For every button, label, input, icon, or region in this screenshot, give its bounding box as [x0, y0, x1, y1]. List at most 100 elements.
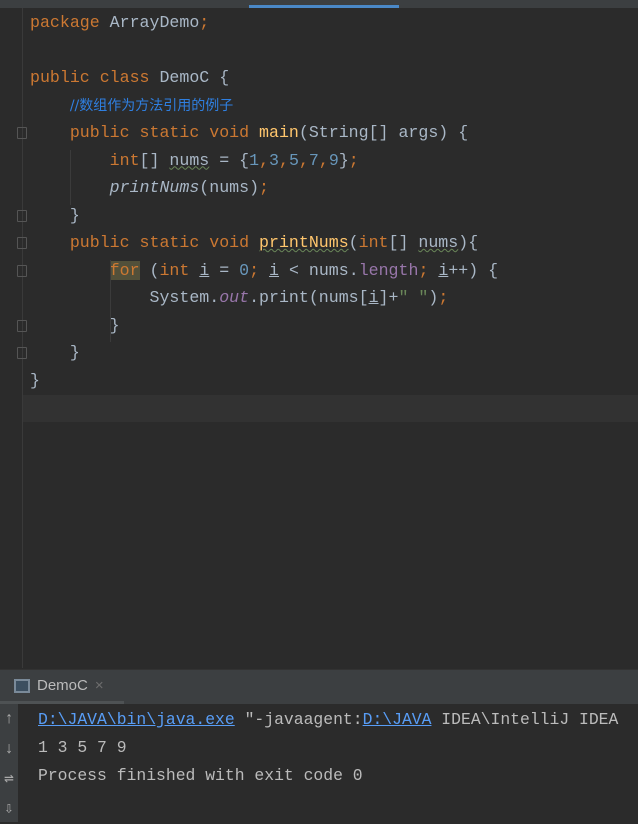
command-args: "-javaagent:	[234, 710, 363, 729]
code-token: ,	[318, 150, 329, 170]
code-line: }	[30, 339, 80, 366]
code-token: }	[30, 315, 120, 335]
fold-marker-icon[interactable]	[17, 264, 27, 277]
code-token: 1	[249, 150, 260, 170]
scroll-to-end-icon[interactable]: ⇩	[0, 794, 18, 824]
code-token: 5	[288, 150, 299, 170]
code-line: //数组作为方法引用的例子	[30, 92, 233, 119]
code-line: System.out.print(nums[i]+" ");	[30, 284, 448, 311]
scroll-up-icon[interactable]: ↑	[0, 704, 18, 734]
code-token: (String[] args) {	[298, 123, 469, 142]
code-token: ++) {	[448, 260, 499, 280]
exit-message: Process finished with exit code 0	[38, 766, 363, 785]
java-exe-link[interactable]: D:\JAVA\bin\java.exe	[38, 710, 235, 729]
code-token: ,	[259, 150, 270, 170]
code-editor[interactable]: package ArrayDemo; public class DemoC { /…	[23, 8, 638, 668]
code-token: 3	[269, 150, 280, 170]
code-token: public static void	[69, 123, 260, 142]
code-token: for	[109, 260, 140, 280]
code-line: for (int i = 0; i < nums.length; i++) {	[30, 257, 498, 284]
fold-marker-icon[interactable]	[17, 127, 27, 139]
code-line: package ArrayDemo;	[30, 9, 209, 36]
code-token: .print(nums[	[249, 288, 369, 307]
code-token: printNums	[109, 178, 200, 197]
run-panel: DemoC × ↑ ↓ ⇌ ⇩ D:\JAVA\bin\java.exe "-j…	[0, 669, 638, 822]
code-token: (	[348, 233, 359, 252]
code-token: }	[30, 370, 40, 390]
code-token: public class	[30, 68, 160, 87]
code-token: int	[159, 260, 200, 280]
code-token: 7	[308, 150, 319, 170]
code-token: int	[109, 150, 140, 170]
close-icon[interactable]: ×	[95, 677, 104, 694]
command-line: D:\JAVA\bin\java.exe "-javaagent:D:\JAVA…	[38, 706, 618, 734]
scroll-down-icon[interactable]: ↓	[0, 734, 18, 764]
code-token: i	[438, 260, 449, 280]
code-token: i	[269, 260, 280, 280]
code-token: 0	[239, 260, 250, 280]
code-token: 9	[328, 150, 339, 170]
indent-guide	[70, 149, 71, 205]
code-token: []	[388, 233, 419, 252]
code-token: ]+	[378, 288, 399, 307]
code-token: main	[259, 123, 299, 142]
code-token: length	[358, 260, 419, 280]
code-line: public class DemoC {	[30, 64, 229, 91]
code-token: =	[209, 260, 240, 280]
fold-marker-icon[interactable]	[17, 347, 27, 359]
current-line-highlight	[23, 395, 638, 422]
code-token: ArrayDemo	[109, 13, 200, 32]
code-token: public static void	[69, 233, 260, 252]
code-token: int	[358, 233, 389, 252]
fold-marker-icon[interactable]	[17, 237, 27, 249]
code-line: }	[30, 202, 80, 229]
code-token: ;	[418, 260, 439, 280]
code-token: DemoC {	[159, 68, 230, 87]
code-token: = {	[209, 150, 250, 170]
program-output: 1 3 5 7 9	[38, 738, 127, 757]
run-panel-header: DemoC ×	[0, 670, 638, 704]
indent-guide	[110, 259, 111, 342]
run-tab-democ[interactable]: DemoC ×	[0, 670, 124, 704]
run-toolbar: ↑ ↓ ⇌ ⇩	[0, 704, 18, 822]
code-token: ){	[458, 233, 479, 252]
code-token: ;	[259, 178, 270, 197]
code-token: < nums.	[279, 260, 359, 280]
code-line: printNums(nums);	[30, 174, 269, 201]
code-token: []	[139, 150, 170, 170]
code-token: package	[30, 13, 110, 32]
code-token: (	[139, 260, 160, 280]
code-token: }	[338, 150, 349, 170]
code-token: " "	[398, 288, 429, 307]
console-output[interactable]: D:\JAVA\bin\java.exe "-javaagent:D:\JAVA…	[38, 706, 618, 790]
code-token: ,	[279, 150, 289, 170]
code-token: ,	[298, 150, 309, 170]
code-token: ;	[438, 288, 449, 307]
console-icon	[14, 678, 30, 693]
code-token: nums	[418, 233, 459, 252]
code-token: i	[368, 288, 379, 307]
code-token: ;	[249, 260, 270, 280]
code-token: nums	[169, 150, 210, 170]
soft-wrap-icon[interactable]: ⇌	[0, 764, 18, 794]
code-line: int[] nums = {1,3,5,7,9};	[30, 147, 359, 174]
fold-marker-icon[interactable]	[17, 319, 27, 332]
command-args-rest: IDEA\IntelliJ IDEA	[431, 710, 619, 729]
code-token: )	[428, 288, 439, 307]
code-token: (nums)	[199, 178, 260, 197]
code-token: }	[30, 343, 80, 362]
code-token: i	[199, 260, 210, 280]
code-token: printNums	[259, 233, 349, 252]
code-token: ;	[199, 13, 210, 32]
code-line: }	[30, 312, 120, 339]
editor-gutter	[0, 8, 23, 668]
fold-marker-icon[interactable]	[17, 209, 27, 222]
code-token: ;	[348, 150, 359, 170]
code-line: public static void main(String[] args) {	[30, 119, 468, 146]
code-token: System.	[30, 288, 220, 307]
agent-path-link[interactable]: D:\JAVA	[363, 710, 432, 729]
code-line: public static void printNums(int[] nums)…	[30, 229, 478, 256]
